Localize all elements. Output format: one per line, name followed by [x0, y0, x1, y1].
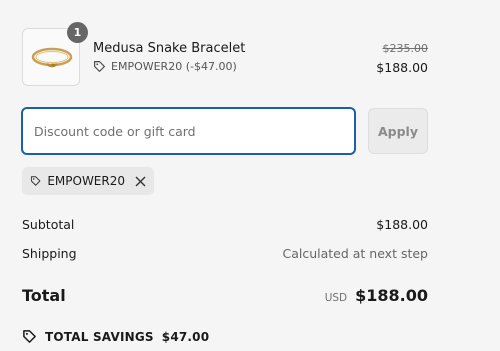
product-discount: EMPOWER20 (-$47.00): [93, 60, 237, 73]
savings-label: TOTAL SAVINGS: [45, 329, 154, 344]
subtotal-value: $188.00: [376, 217, 428, 232]
total-value: $188.00: [355, 286, 428, 305]
discount-code-input[interactable]: [21, 107, 356, 155]
line-price: $188.00: [376, 60, 428, 75]
applied-code-text: EMPOWER20: [47, 174, 125, 188]
close-icon: [135, 176, 146, 186]
remove-code-button[interactable]: [135, 174, 146, 188]
shipping-row: Shipping Calculated at next step: [22, 246, 428, 261]
tag-icon: [94, 61, 105, 72]
savings-value: $47.00: [161, 329, 210, 344]
total-row: Total USD $188.00: [22, 286, 428, 305]
subtotal-row: Subtotal $188.00: [22, 217, 428, 232]
original-price: $235.00: [382, 42, 429, 55]
cart-line-item: 1 Medusa Snake Bracelet EMPOWER20 (-$47.…: [22, 22, 429, 86]
total-amount: USD $188.00: [325, 286, 428, 305]
shipping-label: Shipping: [22, 246, 77, 261]
quantity-badge: 1: [67, 22, 88, 43]
currency-code: USD: [324, 292, 348, 304]
subtotal-label: Subtotal: [22, 217, 75, 232]
total-label: Total: [22, 286, 66, 305]
bracelet-image: [31, 47, 73, 68]
apply-button[interactable]: Apply: [368, 108, 428, 154]
tag-icon: [23, 330, 36, 343]
total-savings: TOTAL SAVINGS $47.00: [22, 329, 209, 344]
shipping-value: Calculated at next step: [282, 246, 428, 261]
applied-code-chip: EMPOWER20: [22, 167, 154, 195]
tag-icon: [30, 176, 41, 186]
product-discount-text: EMPOWER20 (-$47.00): [111, 60, 237, 73]
product-name: Medusa Snake Bracelet: [93, 41, 246, 56]
